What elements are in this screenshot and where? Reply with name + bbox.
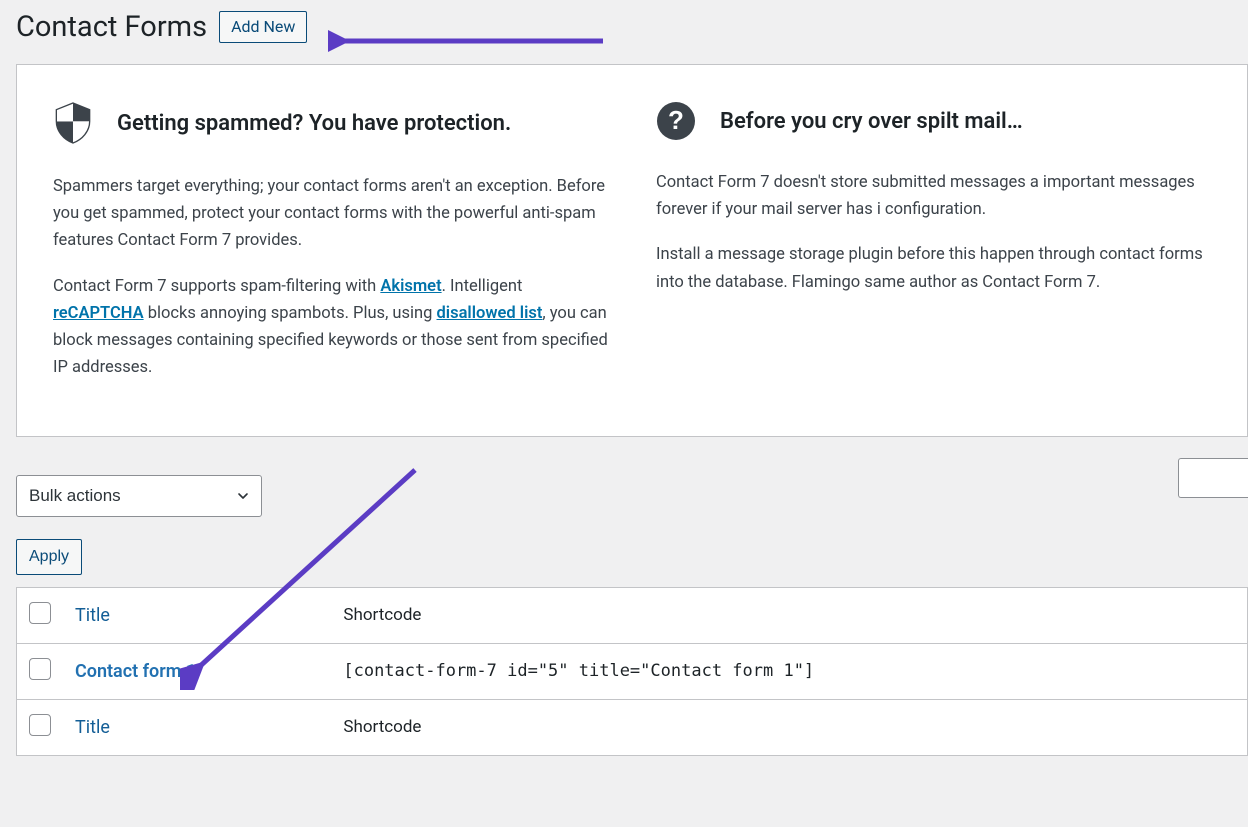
- info-heading-spam: Getting spammed? You have protection.: [117, 111, 511, 136]
- info-spam-p1: Spammers target everything; your contact…: [53, 173, 608, 255]
- shield-icon: [53, 101, 93, 145]
- page-header: Contact Forms Add New: [16, 10, 1248, 44]
- link-recaptcha[interactable]: reCAPTCHA: [53, 304, 144, 323]
- col-header-shortcode-top: Shortcode: [331, 587, 1247, 643]
- select-all-checkbox-bottom[interactable]: [29, 714, 51, 736]
- col-header-title-bottom[interactable]: Title: [75, 717, 110, 738]
- info-col-spam: Getting spammed? You have protection. Sp…: [53, 101, 608, 400]
- form-title-link[interactable]: Contact form 1: [75, 661, 196, 682]
- info-mail-p2: Install a message storage plugin before …: [656, 241, 1211, 295]
- apply-button[interactable]: Apply: [16, 539, 82, 575]
- forms-table: Title Shortcode Contact form 1 [contact-…: [16, 587, 1248, 756]
- info-col-mail: ? Before you cry over spilt mail… Contac…: [656, 101, 1211, 400]
- add-new-button[interactable]: Add New: [219, 11, 307, 43]
- form-shortcode: [contact-form-7 id="5" title="Contact fo…: [331, 643, 1247, 699]
- info-mail-p1: Contact Form 7 doesn't store submitted m…: [656, 169, 1211, 223]
- info-panel: Getting spammed? You have protection. Sp…: [16, 64, 1248, 437]
- select-all-checkbox-top[interactable]: [29, 602, 51, 624]
- bulk-actions-row: Bulk actions Apply: [16, 475, 1248, 575]
- svg-text:?: ?: [668, 105, 684, 135]
- search-input[interactable]: [1178, 458, 1248, 498]
- bulk-actions-select[interactable]: Bulk actions: [16, 475, 262, 517]
- info-spam-p2: Contact Form 7 supports spam-filtering w…: [53, 273, 608, 382]
- link-akismet[interactable]: Akismet: [380, 277, 441, 296]
- info-heading-mail: Before you cry over spilt mail…: [720, 109, 1023, 134]
- col-header-shortcode-bottom: Shortcode: [331, 699, 1247, 755]
- table-row: Contact form 1 [contact-form-7 id="5" ti…: [17, 643, 1248, 699]
- col-header-title-top[interactable]: Title: [75, 605, 110, 626]
- question-circle-icon: ?: [656, 101, 696, 141]
- page-title: Contact Forms: [16, 10, 207, 44]
- link-disallowed-list[interactable]: disallowed list: [437, 304, 543, 323]
- row-checkbox[interactable]: [29, 658, 51, 680]
